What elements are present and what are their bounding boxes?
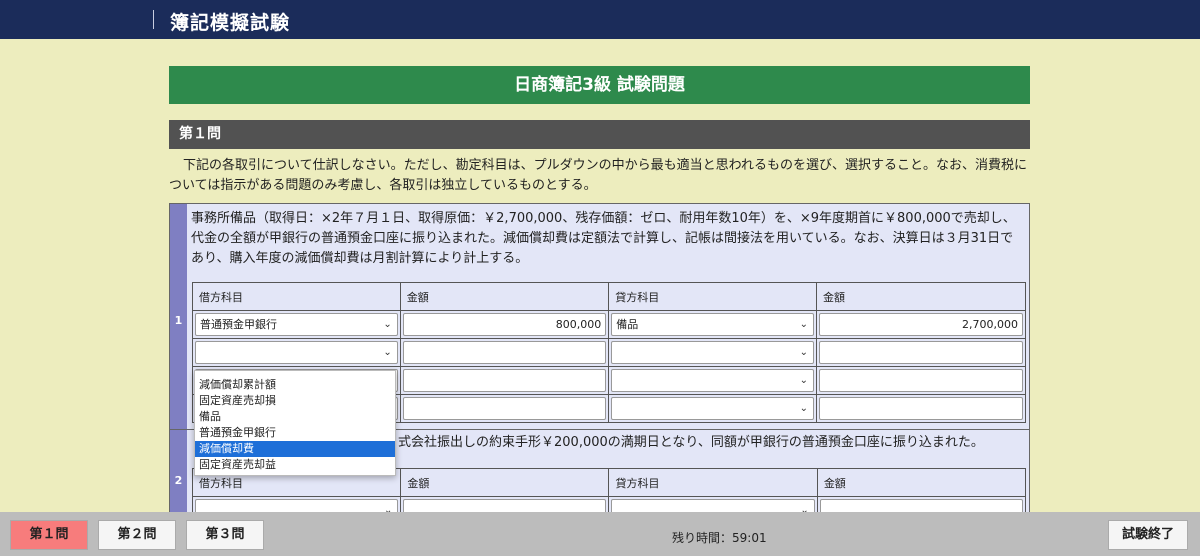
credit-account-select[interactable]: ⌄ bbox=[611, 397, 814, 420]
select-value: 普通預金甲銀行 bbox=[200, 318, 277, 331]
chevron-down-icon: ⌄ bbox=[383, 319, 392, 330]
chevron-down-icon: ⌄ bbox=[799, 319, 808, 330]
credit-amount-input[interactable] bbox=[818, 369, 1023, 392]
debit-amount-input[interactable] bbox=[402, 397, 607, 420]
end-exam-button[interactable]: 試験終了 bbox=[1108, 520, 1188, 550]
dropdown-option[interactable]: 普通預金甲銀行 bbox=[195, 425, 395, 441]
chevron-down-icon: ⌄ bbox=[799, 375, 808, 386]
dropdown-option[interactable]: 減価償却累計額 bbox=[195, 377, 395, 393]
debit-account-select[interactable]: ⌄ bbox=[195, 341, 398, 364]
footer-bar: 第１問 第２問 第３問 残り時間：59:01 試験終了 bbox=[0, 512, 1200, 556]
credit-account-select[interactable]: ⌄ bbox=[611, 341, 814, 364]
debit-amount-input[interactable] bbox=[402, 341, 607, 364]
credit-amount-input[interactable] bbox=[818, 341, 1023, 364]
credit-account-select[interactable]: ⌄ bbox=[611, 369, 814, 392]
column-header: 金額 bbox=[816, 468, 1027, 497]
question-number-strip bbox=[170, 204, 187, 514]
dropdown-option[interactable]: 固定資産売却損 bbox=[195, 393, 395, 409]
account-dropdown-menu[interactable]: 減価償却累計額 固定資産売却損 備品 普通預金甲銀行 減価償却費 固定資産売却益 bbox=[194, 370, 396, 476]
table-row: ⌄ ⌄ bbox=[192, 338, 1027, 367]
instructions-text: 下記の各取引について仕訳しなさい。ただし、勘定科目は、プルダウンの中から最も適当… bbox=[169, 158, 1027, 193]
header-divider bbox=[153, 10, 154, 29]
column-header: 借方科目 bbox=[192, 282, 401, 311]
select-value: 備品 bbox=[616, 318, 639, 331]
table-header-row: 借方科目 金額 貸方科目 金額 bbox=[192, 282, 1027, 311]
column-header: 金額 bbox=[815, 282, 1027, 311]
dropdown-option-highlighted[interactable]: 減価償却費 bbox=[195, 441, 395, 457]
credit-amount-input[interactable]: 2,700,000 bbox=[818, 313, 1023, 336]
chevron-down-icon: ⌄ bbox=[383, 347, 392, 358]
tab-question-2[interactable]: 第２問 bbox=[98, 520, 176, 550]
dropdown-option[interactable]: 備品 bbox=[195, 409, 395, 425]
question-number: 2 bbox=[174, 474, 183, 487]
debit-account-select[interactable]: 普通預金甲銀行 ⌄ bbox=[195, 313, 398, 336]
section-title: 第１問 bbox=[169, 120, 1030, 149]
column-header: 貸方科目 bbox=[608, 282, 817, 311]
exam-title: 日商簿記3級 試験問題 bbox=[169, 66, 1030, 104]
column-header: 金額 bbox=[400, 468, 610, 497]
dropdown-option[interactable]: 固定資産売却益 bbox=[195, 457, 395, 473]
column-header: 貸方科目 bbox=[608, 468, 818, 497]
question-number: 1 bbox=[174, 314, 183, 327]
chevron-down-icon: ⌄ bbox=[799, 347, 808, 358]
tab-question-1[interactable]: 第１問 bbox=[10, 520, 88, 550]
credit-account-select[interactable]: 備品 ⌄ bbox=[611, 313, 814, 336]
column-header: 金額 bbox=[399, 282, 610, 311]
tab-question-3[interactable]: 第３問 bbox=[186, 520, 264, 550]
credit-amount-input[interactable] bbox=[818, 397, 1023, 420]
debit-amount-input[interactable] bbox=[402, 369, 607, 392]
table-row: 普通預金甲銀行 ⌄ 800,000 備品 ⌄ 2,700,000 bbox=[192, 310, 1027, 339]
remaining-time: 残り時間：59:01 bbox=[672, 531, 767, 545]
question-text: 事務所備品（取得日：×2年７月１日、取得原価：￥2,700,000、残存価額：ゼ… bbox=[191, 211, 1016, 266]
debit-amount-input[interactable]: 800,000 bbox=[402, 313, 607, 336]
app-header: 簿記模擬試験 bbox=[0, 0, 1200, 39]
chevron-down-icon: ⌄ bbox=[799, 403, 808, 414]
app-title: 簿記模擬試験 bbox=[170, 12, 291, 34]
